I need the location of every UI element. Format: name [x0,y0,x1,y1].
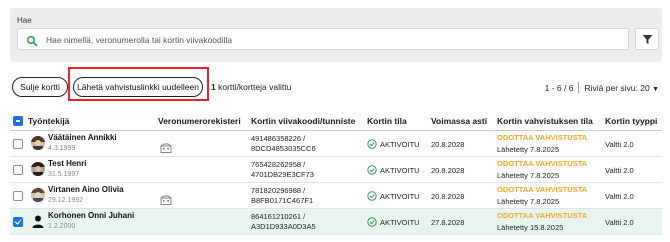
card-status-text: AKTIVOITU [380,217,420,227]
employee-dob: 29.12.1992 [48,197,84,204]
verification-status: ODOTTAA VAHVISTUSTA [497,159,588,168]
verification-sent-date: Lähetetty 7.8.2025 [497,197,560,206]
card-type: Valtti 2.0 [605,140,634,149]
close-card-button[interactable]: Sulje kortti [12,77,68,97]
selected-count-text: kortti/kortteja valittu [215,82,292,92]
card-id: 765428262958 /4701DB29E3CF73 [251,160,314,180]
verification-status: ODOTTAA VAHVISTUSTA [497,185,588,194]
card-tag: A3D1D933A0D3A5 [251,222,316,231]
pagination: 1 - 6 / 6 Riviä per sivu: 20 ▼ [545,82,659,93]
search-input[interactable] [46,32,616,47]
card-barcode: 765428262958 / [251,160,306,169]
avatar [31,188,45,202]
table-row[interactable]: Virtanen Aino Olivia 29.12.1992 78182029… [10,183,662,209]
card-type: Valtti 2.0 [605,192,634,201]
card-status: AKTIVOITU [367,139,420,149]
card-status-text: AKTIVOITU [380,165,420,175]
card-type: Valtti 2.0 [605,166,634,175]
avatar [31,136,45,150]
header-valid-until[interactable]: Voimassa asti [431,116,487,126]
valid-until: 20.8.2028 [431,166,465,175]
employee-name[interactable]: Test Henri [48,159,87,168]
rows-per-page-select[interactable]: Riviä per sivu: 20 ▼ [584,83,659,93]
card-barcode: 491486358226 / [251,134,306,143]
row-checkbox[interactable] [13,139,23,149]
search-box[interactable] [17,28,629,50]
verification-status: ODOTTAA VAHVISTUSTA [497,133,588,142]
employee-dob: 31.5.1997 [48,171,80,178]
valid-until: 27.8.2028 [431,218,465,227]
header-verification-status[interactable]: Kortin vahvistuksen tila [497,116,593,126]
valid-until: 20.8.2028 [431,192,465,201]
row-checkbox[interactable] [13,217,23,227]
card-id: 864161210261 /A3D1D933A0D3A5 [251,212,316,232]
valid-until: 20.8.2028 [431,140,465,149]
building-icon [160,140,172,158]
table-row[interactable]: Korhonen Onni Juhani 1.2.2000 8641612102… [10,209,662,235]
chevron-down-icon: ▼ [652,85,659,93]
row-checkbox[interactable] [13,191,23,201]
pagination-divider [578,82,580,93]
check-circle-icon [367,217,377,227]
card-type: Valtti 2.0 [605,218,634,227]
filter-icon [642,35,653,44]
table-row[interactable]: Test Henri 31.5.1997 765428262958 /4701D… [10,157,662,183]
table-row[interactable]: Väätäinen Annikki 4.3.1999 491486358226 … [10,131,662,157]
card-tag: 8DCD4853035CC6 [251,144,316,153]
header-tax-register[interactable]: Veronumerorekisteri [158,116,241,126]
avatar [31,214,45,228]
employee-name[interactable]: Korhonen Onni Juhani [48,211,134,220]
employee-dob: 4.3.1999 [48,145,76,152]
check-circle-icon [367,139,377,149]
search-icon [26,34,38,47]
search-panel: Hae [10,8,662,62]
card-barcode: 864161210261 / [251,212,306,221]
header-card-id[interactable]: Kortin viivakoodi/tunniste [251,116,355,126]
building-icon [160,192,172,210]
resend-verification-link-button[interactable]: Lähetä vahvistuslinkki uudelleen [73,77,203,97]
card-barcode: 781820296988 / [251,186,306,195]
select-all-checkbox[interactable] [13,116,23,126]
avatar [31,162,45,176]
card-status-text: AKTIVOITU [380,139,420,149]
selected-count: 1 kortti/kortteja valittu [211,82,291,92]
employee-name[interactable]: Virtanen Aino Olivia [48,185,124,194]
header-card-status[interactable]: Kortin tila [367,116,407,126]
filter-button[interactable] [635,28,659,50]
table-header: Työntekijä Veronumerorekisteri Kortin vi… [10,111,662,131]
card-id: 491486358226 /8DCD4853035CC6 [251,134,316,154]
search-label: Hae [17,16,32,25]
pagination-range: 1 - 6 / 6 [544,82,574,93]
employee-dob: 1.2.2000 [48,223,76,230]
verification-sent-date: Lähetetty 15.8.2025 [497,223,564,232]
verification-status: ODOTTAA VAHVISTUSTA [497,211,588,220]
check-circle-icon [367,191,377,201]
card-id: 781820296988 /B8FB0171C467F1 [251,186,313,206]
card-tag: B8FB0171C467F1 [251,196,314,205]
header-employee[interactable]: Työntekijä [28,116,69,126]
row-checkbox[interactable] [13,165,23,175]
header-card-type[interactable]: Kortin tyyppi [605,116,657,126]
card-status: AKTIVOITU [367,191,420,201]
card-status-text: AKTIVOITU [380,191,420,201]
employee-name[interactable]: Väätäinen Annikki [48,133,117,142]
card-status: AKTIVOITU [367,217,420,227]
card-tag: 4701DB29E3CF73 [251,170,314,179]
verification-sent-date: Lähetetty 7.8.2025 [497,171,560,180]
rows-per-page-label: Riviä per sivu: 20 [584,82,650,93]
card-status: AKTIVOITU [367,165,420,175]
verification-sent-date: Lähetetty 7.8.2025 [497,145,560,154]
check-circle-icon [367,165,377,175]
